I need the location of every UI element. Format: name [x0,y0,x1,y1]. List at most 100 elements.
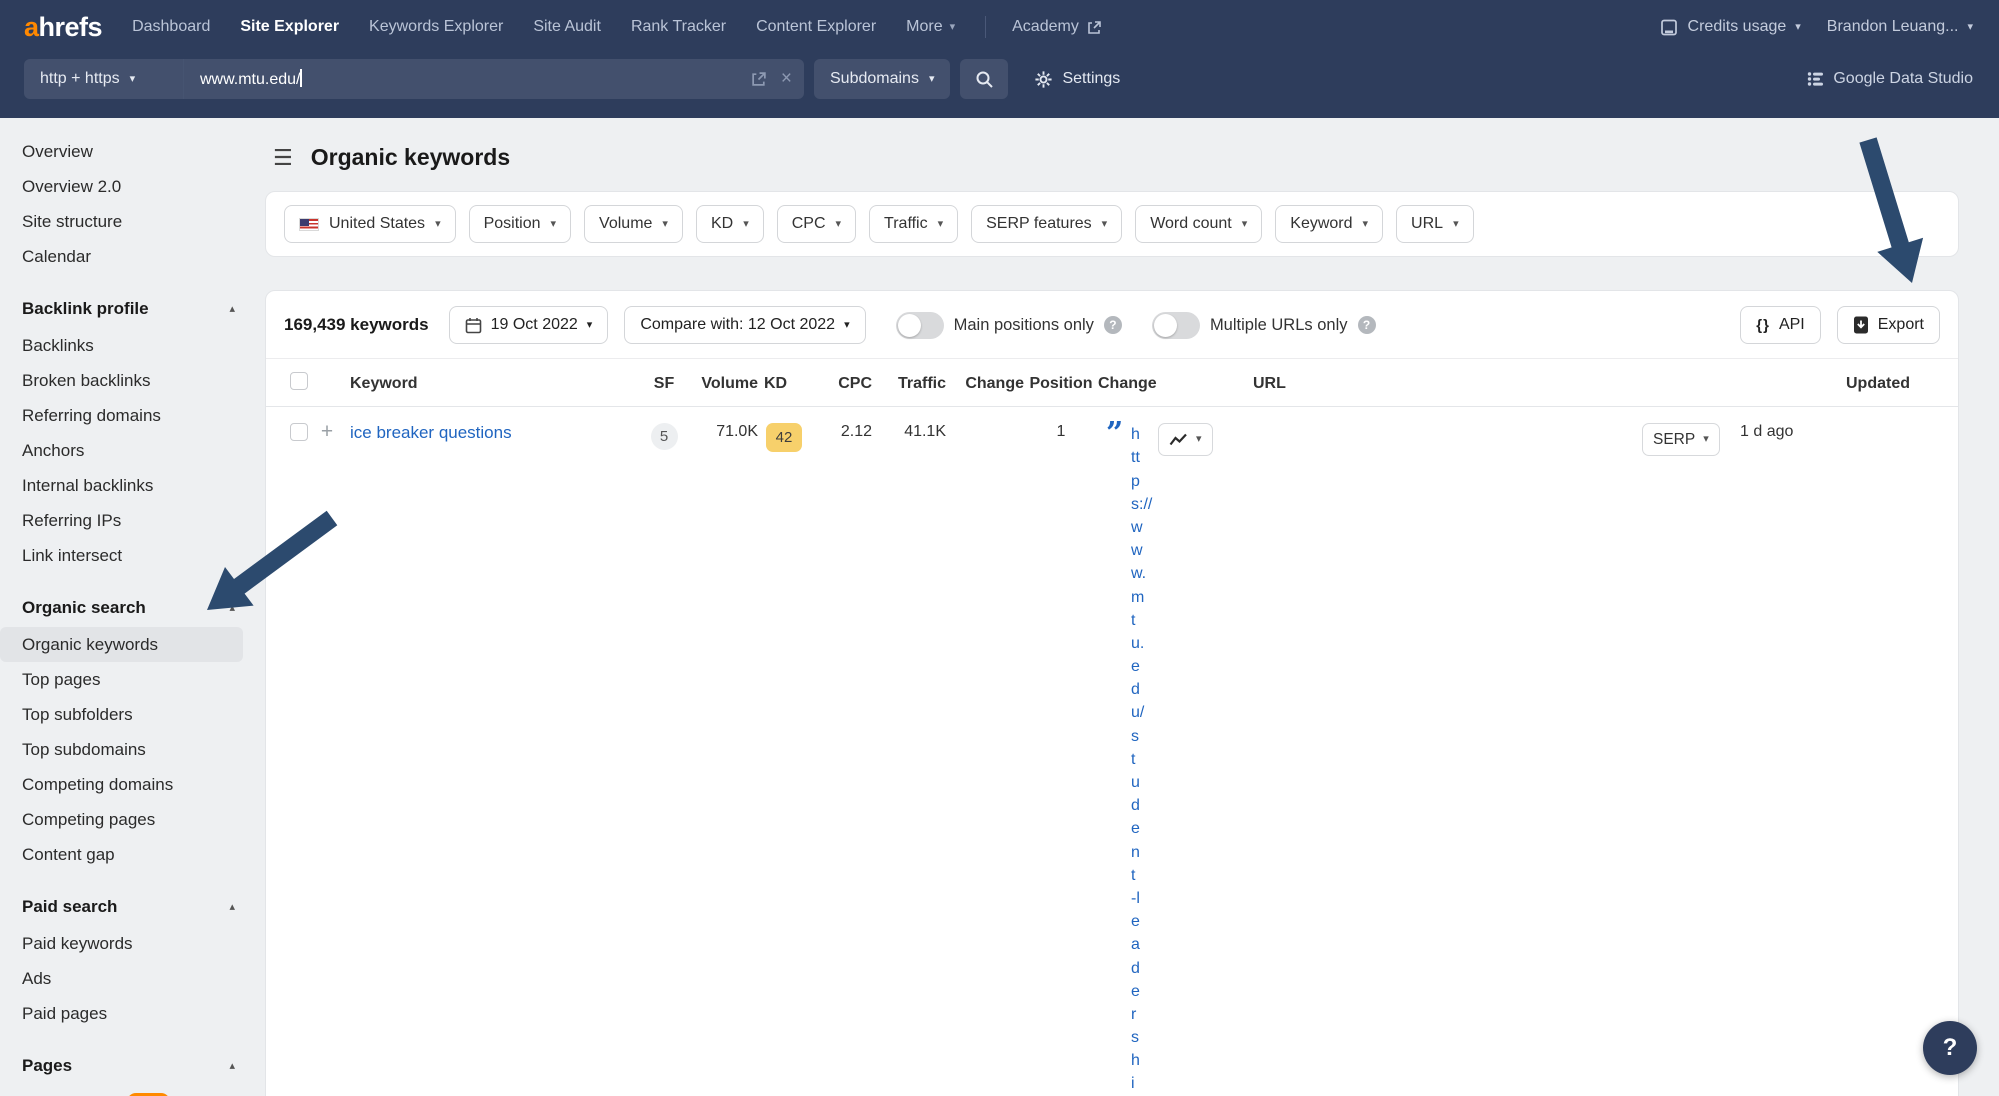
sidebar-item[interactable]: Competing pages [0,802,243,837]
col-header-position[interactable]: Position [1024,373,1098,393]
url-link[interactable]: https://www.mtu.edu/student-leadership/s… [1131,426,1152,1096]
col-header-updated[interactable]: Updated [1838,373,1958,393]
sidebar-item[interactable]: Paid pages [0,996,243,1031]
help-tooltip-icon[interactable]: ? [1357,316,1376,334]
keywords-table-card: 169,439 keywords 19 Oct 2022 ▾ Compare w… [265,290,1959,1096]
keywords-count: 169,439 keywords [284,315,429,334]
sidebar-item[interactable]: Top pages [0,662,243,697]
nav-item[interactable]: Site Explorer ▾ [240,18,339,36]
keyword-link[interactable]: ice breaker questions [350,423,512,442]
sidebar-section-header[interactable]: Backlink profile ▴ [0,290,265,328]
sidebar-item[interactable]: Top subfolders [0,697,243,732]
collapse-section-icon: ▴ [229,1059,235,1072]
sidebar-item[interactable]: Referring IPs [0,503,243,538]
col-header-kd[interactable]: KD [758,373,810,393]
cpc-value: 2.12 [840,423,872,441]
volume-value: 71.0K [716,423,758,441]
collapse-sidebar-icon[interactable]: ☰ [273,146,293,169]
position-history-chart-button[interactable]: ▾ [1158,423,1213,457]
sidebar-item[interactable]: Organic keywords [0,627,243,662]
main-positions-toggle[interactable] [895,311,944,339]
sidebar-item[interactable]: Best by links New [0,1085,243,1096]
col-header-keyword[interactable]: Keyword [342,373,642,393]
scope-select[interactable]: Subdomains ▾ [814,59,951,99]
nav-item-academy[interactable]: Academy [1012,18,1102,36]
col-header-change2[interactable]: Change [1098,373,1157,393]
help-button[interactable]: ? [1923,1021,1977,1075]
help-tooltip-icon[interactable]: ? [1103,316,1122,334]
nav-item[interactable]: More ▾ [906,18,955,36]
api-button[interactable]: {} API [1740,306,1821,344]
filter-dropdown[interactable]: URL ▾ [1396,205,1474,243]
search-button[interactable] [960,59,1009,99]
multiple-urls-toggle[interactable] [1151,311,1200,339]
col-header-cpc[interactable]: CPC [810,373,872,393]
sidebar-item[interactable]: Site structure [0,204,243,239]
sidebar-item[interactable]: Overview 2.0 [0,169,243,204]
settings-button[interactable]: Settings [1034,70,1120,89]
chevron-down-icon: ▾ [435,217,441,230]
chevron-down-icon: ▾ [835,217,842,230]
sidebar-item[interactable]: Backlinks [0,328,243,363]
filter-dropdown[interactable]: KD ▾ [695,205,764,243]
sidebar-item[interactable]: Top subdomains [0,732,243,767]
clear-input-icon[interactable]: × [781,68,792,90]
col-header-volume[interactable]: Volume [686,373,758,393]
serp-dropdown-button[interactable]: SERP ▾ [1642,423,1720,457]
nav-item[interactable]: Content Explorer ▾ [756,18,876,36]
chevron-down-icon: ▾ [1453,217,1459,230]
sidebar-item[interactable]: Content gap [0,837,243,872]
sidebar-item[interactable]: Calendar [0,239,243,274]
sidebar-section-header[interactable]: Organic search ▴ [0,589,265,627]
sidebar-item[interactable]: Ads [0,961,243,996]
credits-usage-menu[interactable]: Credits usage ▾ [1659,18,1801,36]
sidebar-item[interactable]: Link intersect [0,538,243,573]
google-data-studio-link[interactable]: Google Data Studio [1807,70,1973,88]
filter-dropdown[interactable]: Position ▾ [468,205,572,243]
filter-dropdown[interactable]: Keyword ▾ [1275,205,1384,243]
page-title: Organic keywords [310,144,511,170]
filter-dropdown[interactable]: Traffic ▾ [869,205,959,243]
row-checkbox[interactable] [290,423,308,442]
sidebar-item[interactable]: Referring domains [0,398,243,433]
filter-dropdown[interactable]: United States ▾ [284,205,456,243]
chevron-down-icon: ▾ [586,318,593,331]
nav-item[interactable]: Keywords Explorer ▾ [369,18,503,36]
filter-dropdown[interactable]: Volume ▾ [584,205,683,243]
target-url-input[interactable]: www.mtu.edu/ × [184,59,804,99]
col-header-change[interactable]: Change [946,373,1024,393]
nav-item[interactable]: Dashboard ▾ [132,18,210,36]
date-picker-button[interactable]: 19 Oct 2022 ▾ [448,306,609,344]
user-account-menu[interactable]: Brandon Leuang... ▾ [1827,18,1973,36]
select-all-checkbox[interactable] [290,372,308,391]
sidebar-item[interactable]: Overview [0,134,243,169]
us-flag-icon [299,217,319,231]
col-header-url[interactable]: URL [1253,375,1286,392]
nav-item[interactable]: Site Audit ▾ [533,18,601,36]
position-current: 1 [1056,423,1066,441]
sidebar-section-header[interactable]: Paid search ▴ [0,888,265,926]
sidebar-item[interactable]: Anchors [0,433,243,468]
filter-dropdown[interactable]: CPC ▾ [776,205,857,243]
col-header-sf[interactable]: SF [642,373,686,393]
open-in-new-tab-icon[interactable] [751,71,767,87]
nav-item[interactable]: Rank Tracker ▾ [631,18,726,36]
chevron-down-icon: ▾ [1795,20,1801,33]
add-to-list-button[interactable]: + [312,421,342,442]
main-nav: Dashboard ▾ Site Explorer ▾ Keywords Exp… [132,18,955,36]
sidebar-item[interactable]: Competing domains [0,767,243,802]
ahrefs-logo[interactable]: ahrefs [24,12,103,43]
protocol-select[interactable]: http + https ▾ [24,59,184,99]
col-header-traffic[interactable]: Traffic [872,373,946,393]
sidebar-section-header[interactable]: Pages ▴ [0,1047,265,1085]
sidebar-item[interactable]: Internal backlinks [0,468,243,503]
export-button[interactable]: Export [1836,306,1940,344]
filter-dropdown[interactable]: Word count ▾ [1135,205,1263,243]
chevron-down-icon: ▾ [550,217,557,230]
table-row: + ice breaker questions 5 71.0K 42 2.12 … [266,407,1958,1096]
sidebar-item[interactable]: Broken backlinks [0,363,243,398]
compare-date-button[interactable]: Compare with: 12 Oct 2022 ▾ [624,306,866,344]
sidebar-item[interactable]: Paid keywords [0,926,243,961]
chevron-down-icon: ▾ [937,217,944,230]
filter-dropdown[interactable]: SERP features ▾ [971,205,1123,243]
